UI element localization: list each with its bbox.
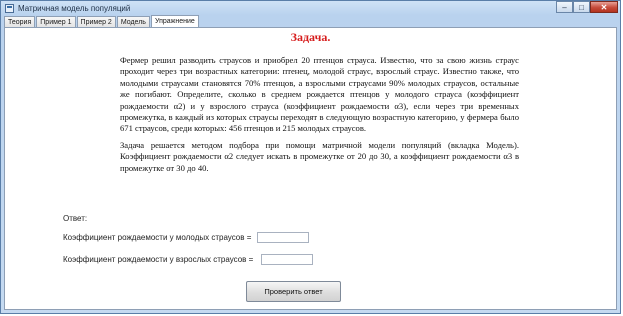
answer-label: Ответ: (63, 214, 88, 223)
task-title: Задача. (290, 30, 331, 44)
check-answer-button[interactable]: Проверить ответ (246, 281, 341, 302)
young-rate-row: Коэффициент рождаемости у молодых страус… (63, 232, 310, 243)
maximize-button[interactable]: □ (573, 1, 590, 13)
app-window: Матричная модель популяций – □ ✕ Теория … (0, 0, 621, 314)
adult-rate-label: Коэффициент рождаемости у взрослых страу… (63, 255, 254, 264)
young-rate-label: Коэффициент рождаемости у молодых страус… (63, 233, 252, 242)
close-button[interactable]: ✕ (590, 1, 618, 13)
caption-buttons: – □ ✕ (556, 1, 618, 13)
adult-rate-input[interactable] (261, 254, 314, 265)
app-icon (5, 3, 14, 13)
task-text: Фермер решил разводить страусов и приобр… (120, 55, 519, 179)
young-rate-input[interactable] (257, 232, 310, 243)
title-bar[interactable]: Матричная модель популяций – □ ✕ (1, 1, 620, 15)
exercise-panel: Задача. Фермер решил разводить страусов … (4, 27, 617, 310)
adult-rate-row: Коэффициент рождаемости у взрослых страу… (63, 254, 314, 265)
task-paragraph: Фермер решил разводить страусов и приобр… (120, 55, 519, 134)
tab-strip: Теория Пример 1 Пример 2 Модель Упражнен… (4, 15, 200, 28)
window-title: Матричная модель популяций (18, 3, 131, 13)
minimize-button[interactable]: – (556, 1, 573, 13)
task-paragraph: Задача решается методом подбора при помо… (120, 139, 519, 173)
